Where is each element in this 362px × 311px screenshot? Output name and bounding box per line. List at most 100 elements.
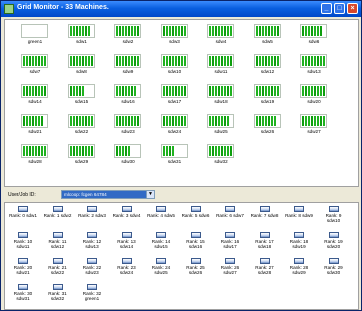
host-label: sdw5 xyxy=(262,39,273,44)
rank-item[interactable]: Rank: 5 sdw6 xyxy=(182,206,210,230)
rank-item[interactable]: Rank: 31 sdw32 xyxy=(46,284,70,308)
host-tile[interactable]: sdw3 xyxy=(158,24,192,47)
host-tile[interactable]: sdw13 xyxy=(297,54,331,77)
load-bar xyxy=(75,56,78,66)
host-tile[interactable]: sdw5 xyxy=(251,24,285,47)
minimize-button[interactable]: _ xyxy=(321,3,332,14)
host-tile[interactable]: sdw30 xyxy=(111,144,145,167)
load-bar xyxy=(320,86,322,96)
host-tile[interactable]: sdw20 xyxy=(297,84,331,107)
host-tile[interactable]: sdw8 xyxy=(65,54,99,77)
load-bar xyxy=(81,146,84,156)
rank-item[interactable]: Rank: 16 sdw17 xyxy=(218,232,242,256)
rank-item[interactable]: Rank: 9 sdw10 xyxy=(322,206,346,230)
host-tile[interactable]: sdw25 xyxy=(204,114,238,137)
rank-item[interactable]: Rank: 26 sdw27 xyxy=(218,258,242,282)
load-bar xyxy=(162,146,165,156)
host-load-graph xyxy=(67,54,95,68)
host-tile[interactable]: sdw22 xyxy=(65,114,99,137)
rank-item[interactable]: Rank: 7 sdw8 xyxy=(251,206,278,230)
host-tile[interactable]: sdw32 xyxy=(204,144,238,167)
host-tile[interactable]: sdw21 xyxy=(18,114,52,137)
rank-item[interactable]: Rank: 6 sdw7 xyxy=(216,206,244,230)
host-tile[interactable]: green1 xyxy=(18,24,52,47)
rank-item[interactable]: Rank: 0 sdw1 xyxy=(9,206,37,230)
host-tile[interactable]: sdw19 xyxy=(251,84,285,107)
host-label: sdw10 xyxy=(167,69,182,74)
rank-item[interactable]: Rank: 25 sdw26 xyxy=(184,258,208,282)
rank-item[interactable]: Rank: 27 sdw28 xyxy=(253,258,277,282)
rank-item[interactable]: Rank: 2 sdw3 xyxy=(78,206,106,230)
host-tile[interactable]: sdw16 xyxy=(111,84,145,107)
host-tile[interactable]: sdw9 xyxy=(111,54,145,77)
host-tile[interactable]: sdw12 xyxy=(251,54,285,77)
host-label: sdw7 xyxy=(29,69,41,74)
host-tile[interactable]: sdw29 xyxy=(65,144,99,167)
rank-item[interactable]: Rank: 12 sdw13 xyxy=(80,232,104,256)
rank-item[interactable]: Rank: 17 sdw18 xyxy=(253,232,277,256)
rank-item[interactable]: Rank: 24 sdw25 xyxy=(149,258,173,282)
rank-item[interactable]: Rank: 21 sdw22 xyxy=(46,258,70,282)
rank-item[interactable]: Rank: 19 sdw20 xyxy=(322,232,346,256)
maximize-button[interactable]: □ xyxy=(334,3,345,14)
load-bar xyxy=(72,56,75,66)
host-label: sdw28 xyxy=(28,159,42,164)
rank-host: sdw6 xyxy=(198,213,210,218)
title-bar[interactable]: Grid Monitor - 33 Machines. _ □ × xyxy=(1,1,361,17)
process-icon xyxy=(18,206,28,212)
host-tile[interactable]: sdw17 xyxy=(158,84,192,107)
rank-item[interactable]: Rank: 10 sdw11 xyxy=(11,232,35,256)
host-tile[interactable]: sdw26 xyxy=(251,114,285,137)
job-id-dropdown[interactable]: mlcoop: fcgen 64784 ▼ xyxy=(61,190,155,199)
rank-item[interactable]: Rank: 4 sdw5 xyxy=(147,206,175,230)
load-bar xyxy=(317,26,319,36)
rank-item[interactable]: Rank: 13 sdw14 xyxy=(115,232,139,256)
host-tile[interactable]: sdw27 xyxy=(297,114,331,137)
load-bar xyxy=(75,146,78,156)
window-title: Grid Monitor - 33 Machines. xyxy=(17,4,109,11)
load-bar xyxy=(311,86,313,96)
rank-item[interactable]: Rank: 22 sdw23 xyxy=(80,258,104,282)
chevron-down-icon[interactable]: ▼ xyxy=(146,191,154,198)
host-tile[interactable]: sdw31 xyxy=(158,144,192,167)
close-button[interactable]: × xyxy=(347,3,358,14)
load-bar xyxy=(276,56,279,66)
process-icon xyxy=(190,232,201,238)
rank-item[interactable]: Rank: 3 sdw4 xyxy=(113,206,140,230)
load-bar xyxy=(122,116,124,126)
load-bar xyxy=(305,116,307,126)
rank-item[interactable]: Rank: 15 sdw16 xyxy=(184,232,208,256)
rank-item[interactable]: Rank: 23 sdw24 xyxy=(115,258,139,282)
host-tile[interactable]: sdw18 xyxy=(204,84,238,107)
load-bar xyxy=(116,56,118,66)
rank-item[interactable]: Rank: 1 sdw2 xyxy=(44,206,71,230)
host-tile[interactable]: sdw23 xyxy=(111,114,145,137)
host-tile[interactable]: sdw24 xyxy=(158,114,192,137)
host-tile[interactable]: sdw1 xyxy=(65,24,99,47)
rank-item[interactable]: Rank: 18 sdw19 xyxy=(287,232,311,256)
rank-item[interactable]: Rank: 8 sdw9 xyxy=(285,206,313,230)
rank-item[interactable]: Rank: 20 sdw21 xyxy=(11,258,35,282)
process-icon xyxy=(52,206,63,212)
host-tile[interactable]: sdw2 xyxy=(111,24,145,47)
host-tile[interactable]: sdw15 xyxy=(65,84,99,107)
load-bar xyxy=(230,86,232,96)
rank-item[interactable]: Rank: 28 sdw29 xyxy=(287,258,311,282)
rank-item[interactable]: Rank: 11 sdw12 xyxy=(46,232,70,256)
load-bar xyxy=(128,116,130,126)
host-tile[interactable]: sdw7 xyxy=(18,54,52,77)
load-bar xyxy=(72,146,75,156)
host-tile[interactable]: sdw28 xyxy=(18,144,52,167)
process-icon xyxy=(190,206,201,212)
rank-item[interactable]: Rank: 30 sdw31 xyxy=(11,284,35,308)
rank-item[interactable]: Rank: 32 green1 xyxy=(80,284,104,308)
host-tile[interactable]: sdw6 xyxy=(297,24,331,47)
rank-item[interactable]: Rank: 29 sdw30 xyxy=(322,258,346,282)
host-tile[interactable]: sdw4 xyxy=(204,24,238,47)
host-tile[interactable]: sdw14 xyxy=(18,84,52,107)
host-tile[interactable]: sdw11 xyxy=(204,54,238,77)
load-bar xyxy=(218,146,220,156)
rank-item[interactable]: Rank: 14 sdw15 xyxy=(149,232,173,256)
load-bar xyxy=(165,26,168,36)
host-tile[interactable]: sdw10 xyxy=(158,54,192,77)
